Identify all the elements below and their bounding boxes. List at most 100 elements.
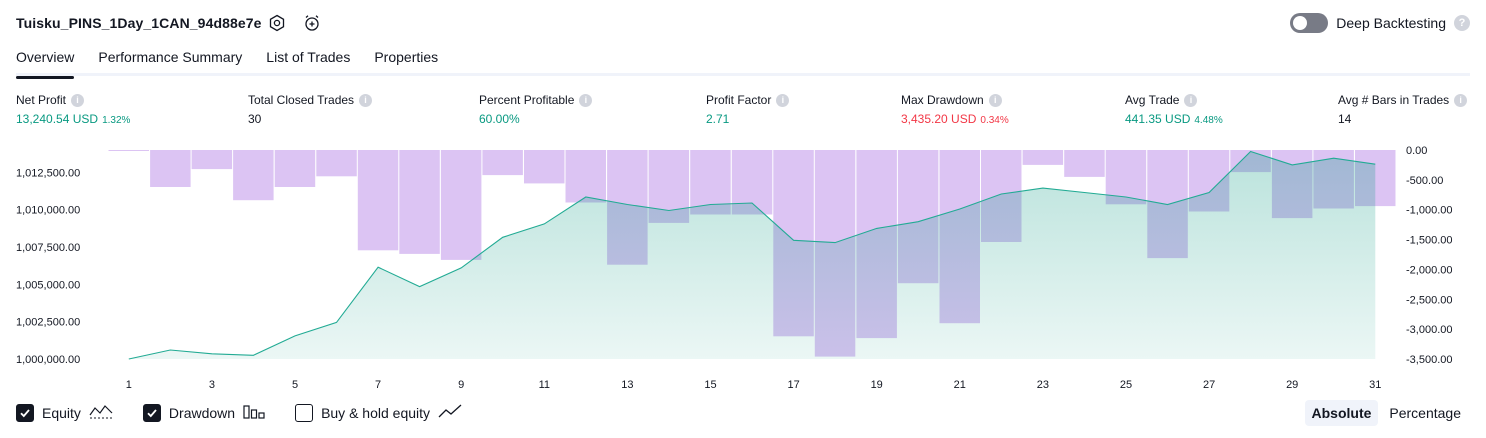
checkbox-unchecked-icon[interactable] — [295, 403, 314, 422]
drawdown-bar — [233, 150, 274, 201]
info-icon[interactable]: i — [988, 93, 1002, 107]
left-axis: 1,000,000.00 1,002,500.00 1,005,000.00 1,00… — [16, 167, 80, 366]
x-axis-tick-label: 21 — [954, 379, 966, 391]
left-axis-tick-label: 1,002,500.00 — [16, 317, 80, 329]
right-axis-tick-label: -500.00 — [1406, 175, 1443, 187]
x-axis-tick-label: 29 — [1286, 379, 1298, 391]
metric-avg-trade: Avg Trade i 441.35 USD 4.48% — [1125, 93, 1223, 126]
alarm-clock-plus-icon[interactable] — [302, 13, 322, 33]
drawdown-bar — [1022, 150, 1064, 165]
drawdown-bar — [524, 150, 565, 184]
x-axis-tick-label: 9 — [458, 379, 464, 391]
x-axis: 1 3 5 7 9 11 13 15 17 19 21 23 25 27 29 31 — [126, 379, 1382, 391]
right-axis-tick-label: -1,000.00 — [1406, 205, 1452, 217]
info-icon[interactable]: i — [1184, 93, 1198, 107]
checkbox-checked-icon[interactable] — [142, 403, 161, 422]
right-axis-tick-label: -2,500.00 — [1406, 294, 1452, 306]
metric-percent: 4.48% — [1194, 115, 1223, 126]
metric-value: 441.35 USD — [1125, 112, 1191, 126]
drawdown-bar — [399, 150, 440, 254]
drawdown-bar — [357, 150, 399, 251]
x-axis-tick-label: 17 — [787, 379, 799, 391]
metrics-row: Net Profit i 13,240.54 USD 1.32% Total Clo… — [0, 93, 1486, 133]
checkbox-checked-icon[interactable] — [16, 403, 34, 422]
metric-value: 2.71 — [706, 112, 730, 126]
equity-area-icon — [89, 403, 113, 422]
legend-label: Equity — [42, 404, 81, 421]
metric-label: Avg # Bars in Trades — [1338, 93, 1450, 107]
tab-properties[interactable]: Properties — [374, 46, 438, 76]
metric-label: Avg Trade — [1125, 93, 1180, 107]
left-axis-tick-label: 1,005,000.00 — [16, 279, 80, 291]
strategy-name: Tuisku_PINS_1Day_1CAN_94d88e7e — [16, 15, 262, 31]
deep-backtesting-toggle[interactable] — [1290, 13, 1329, 33]
legend-drawdown[interactable]: Drawdown — [142, 403, 265, 422]
left-axis-tick-label: 1,012,500.00 — [16, 167, 80, 179]
metric-total-closed-trades: Total Closed Trades i 30 — [248, 93, 373, 126]
right-axis-tick-label: -3,500.00 — [1406, 354, 1452, 366]
x-axis-tick-label: 3 — [209, 379, 215, 391]
x-axis-tick-label: 19 — [871, 379, 883, 391]
drawdown-bar — [440, 150, 482, 260]
left-axis-tick-label: 1,000,000.00 — [16, 354, 80, 366]
drawdown-bar — [1064, 150, 1105, 177]
drawdown-bar — [274, 150, 316, 187]
info-icon[interactable]: i — [359, 93, 373, 107]
metric-label: Total Closed Trades — [248, 93, 355, 107]
metric-percent: 1.32% — [102, 115, 131, 126]
strategy-header: Tuisku_PINS_1Day_1CAN_94d88e7e Deep Back… — [0, 0, 1486, 46]
x-axis-tick-label: 23 — [1037, 379, 1049, 391]
absolute-button[interactable]: Absolute — [1304, 400, 1379, 426]
right-axis-tick-label: -2,000.00 — [1406, 264, 1452, 276]
tab-bar: Overview Performance Summary List of Tra… — [16, 46, 1470, 79]
percentage-button[interactable]: Percentage — [1382, 400, 1468, 426]
x-axis-tick-label: 7 — [375, 379, 381, 391]
x-axis-tick-label: 1 — [126, 379, 132, 391]
x-axis-tick-label: 31 — [1369, 379, 1381, 391]
drawdown-bar — [191, 150, 233, 170]
right-axis-tick-label: -3,000.00 — [1406, 324, 1452, 336]
metric-value: 30 — [248, 112, 262, 126]
metric-value: 14 — [1338, 112, 1352, 126]
gear-icon[interactable] — [267, 13, 287, 33]
drawdown-bars-icon — [243, 403, 265, 422]
info-icon[interactable]: i — [71, 93, 85, 107]
tab-overview[interactable]: Overview — [16, 46, 75, 79]
drawdown-bar — [482, 150, 523, 176]
legend-buy-hold-equity[interactable]: Buy & hold equity — [295, 403, 462, 422]
metric-value: 60.00% — [479, 112, 520, 126]
x-axis-tick-label: 15 — [704, 379, 716, 391]
tab-list-of-trades[interactable]: List of Trades — [266, 46, 350, 76]
legend-label: Buy & hold equity — [321, 404, 431, 421]
x-axis-tick-label: 13 — [621, 379, 633, 391]
legend-equity[interactable]: Equity — [16, 403, 113, 422]
right-axis: 0.00 -500.00 -1,000.00 -1,500.00 -2,000.00 -2… — [1406, 145, 1452, 366]
info-icon[interactable]: i — [776, 93, 790, 107]
left-axis-tick-label: 1,010,000.00 — [16, 205, 80, 217]
info-icon[interactable]: i — [579, 93, 593, 107]
info-icon[interactable]: i — [1454, 93, 1468, 107]
x-axis-tick-label: 27 — [1203, 379, 1215, 391]
drawdown-bar — [565, 150, 606, 203]
help-icon[interactable]: ? — [1454, 15, 1470, 31]
metric-label: Max Drawdown — [901, 93, 984, 107]
metric-value: 3,435.20 USD — [901, 112, 977, 126]
metric-label: Net Profit — [16, 93, 67, 107]
metric-net-profit: Net Profit i 13,240.54 USD 1.32% — [16, 93, 130, 126]
chart-legend: Equity Drawdown Buy & hold equity — [16, 403, 492, 422]
view-mode-toggle: Absolute Percentage — [1304, 400, 1469, 426]
metric-percent-profitable: Percent Profitable i 60.00% — [479, 93, 593, 126]
drawdown-bar — [316, 150, 357, 177]
equity-drawdown-chart: 1,000,000.00 1,002,500.00 1,005,000.00 1,00… — [16, 145, 1452, 391]
metric-max-drawdown: Max Drawdown i 3,435.20 USD 0.34% — [901, 93, 1009, 126]
legend-label: Drawdown — [168, 404, 236, 421]
left-axis-tick-label: 1,007,500.00 — [16, 242, 80, 254]
metric-value: 13,240.54 USD — [16, 112, 99, 126]
x-axis-tick-label: 5 — [292, 379, 298, 391]
deep-backtesting-control: Deep Backtesting ? — [1290, 13, 1470, 33]
tab-performance-summary[interactable]: Performance Summary — [98, 46, 242, 76]
right-axis-tick-label: -1,500.00 — [1406, 235, 1452, 247]
x-axis-tick-label: 25 — [1120, 379, 1132, 391]
x-axis-tick-label: 11 — [539, 379, 550, 391]
deep-backtesting-label: Deep Backtesting — [1336, 15, 1446, 31]
